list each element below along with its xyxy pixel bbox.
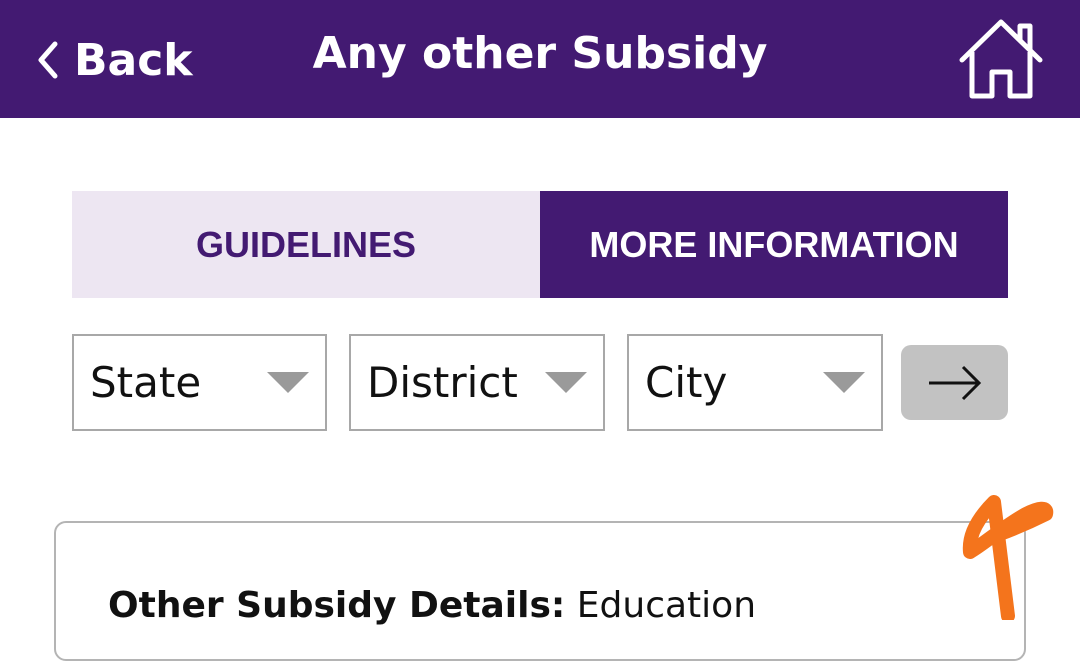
info-tabs: GUIDELINES MORE INFORMATION (72, 191, 1008, 298)
city-dropdown[interactable]: City (627, 334, 883, 431)
go-button[interactable] (901, 345, 1008, 420)
city-dropdown-label: City (645, 358, 728, 407)
subsidy-details-card: Other Subsidy Details: Education (54, 521, 1026, 661)
district-dropdown-label: District (367, 358, 518, 407)
tab-more-information[interactable]: MORE INFORMATION (540, 191, 1008, 298)
dropdown-caret-icon (267, 372, 309, 393)
top-bar: Back Any other Subsidy (0, 0, 1080, 118)
tab-guidelines[interactable]: GUIDELINES (72, 191, 540, 298)
page-title: Any other Subsidy (312, 28, 768, 79)
dropdown-caret-icon (545, 372, 587, 393)
dropdown-caret-icon (823, 372, 865, 393)
arrow-right-icon (929, 365, 982, 401)
home-button[interactable] (956, 16, 1046, 102)
district-dropdown[interactable]: District (349, 334, 605, 431)
state-dropdown[interactable]: State (72, 334, 327, 431)
home-icon (959, 19, 1043, 99)
state-dropdown-label: State (90, 358, 202, 407)
